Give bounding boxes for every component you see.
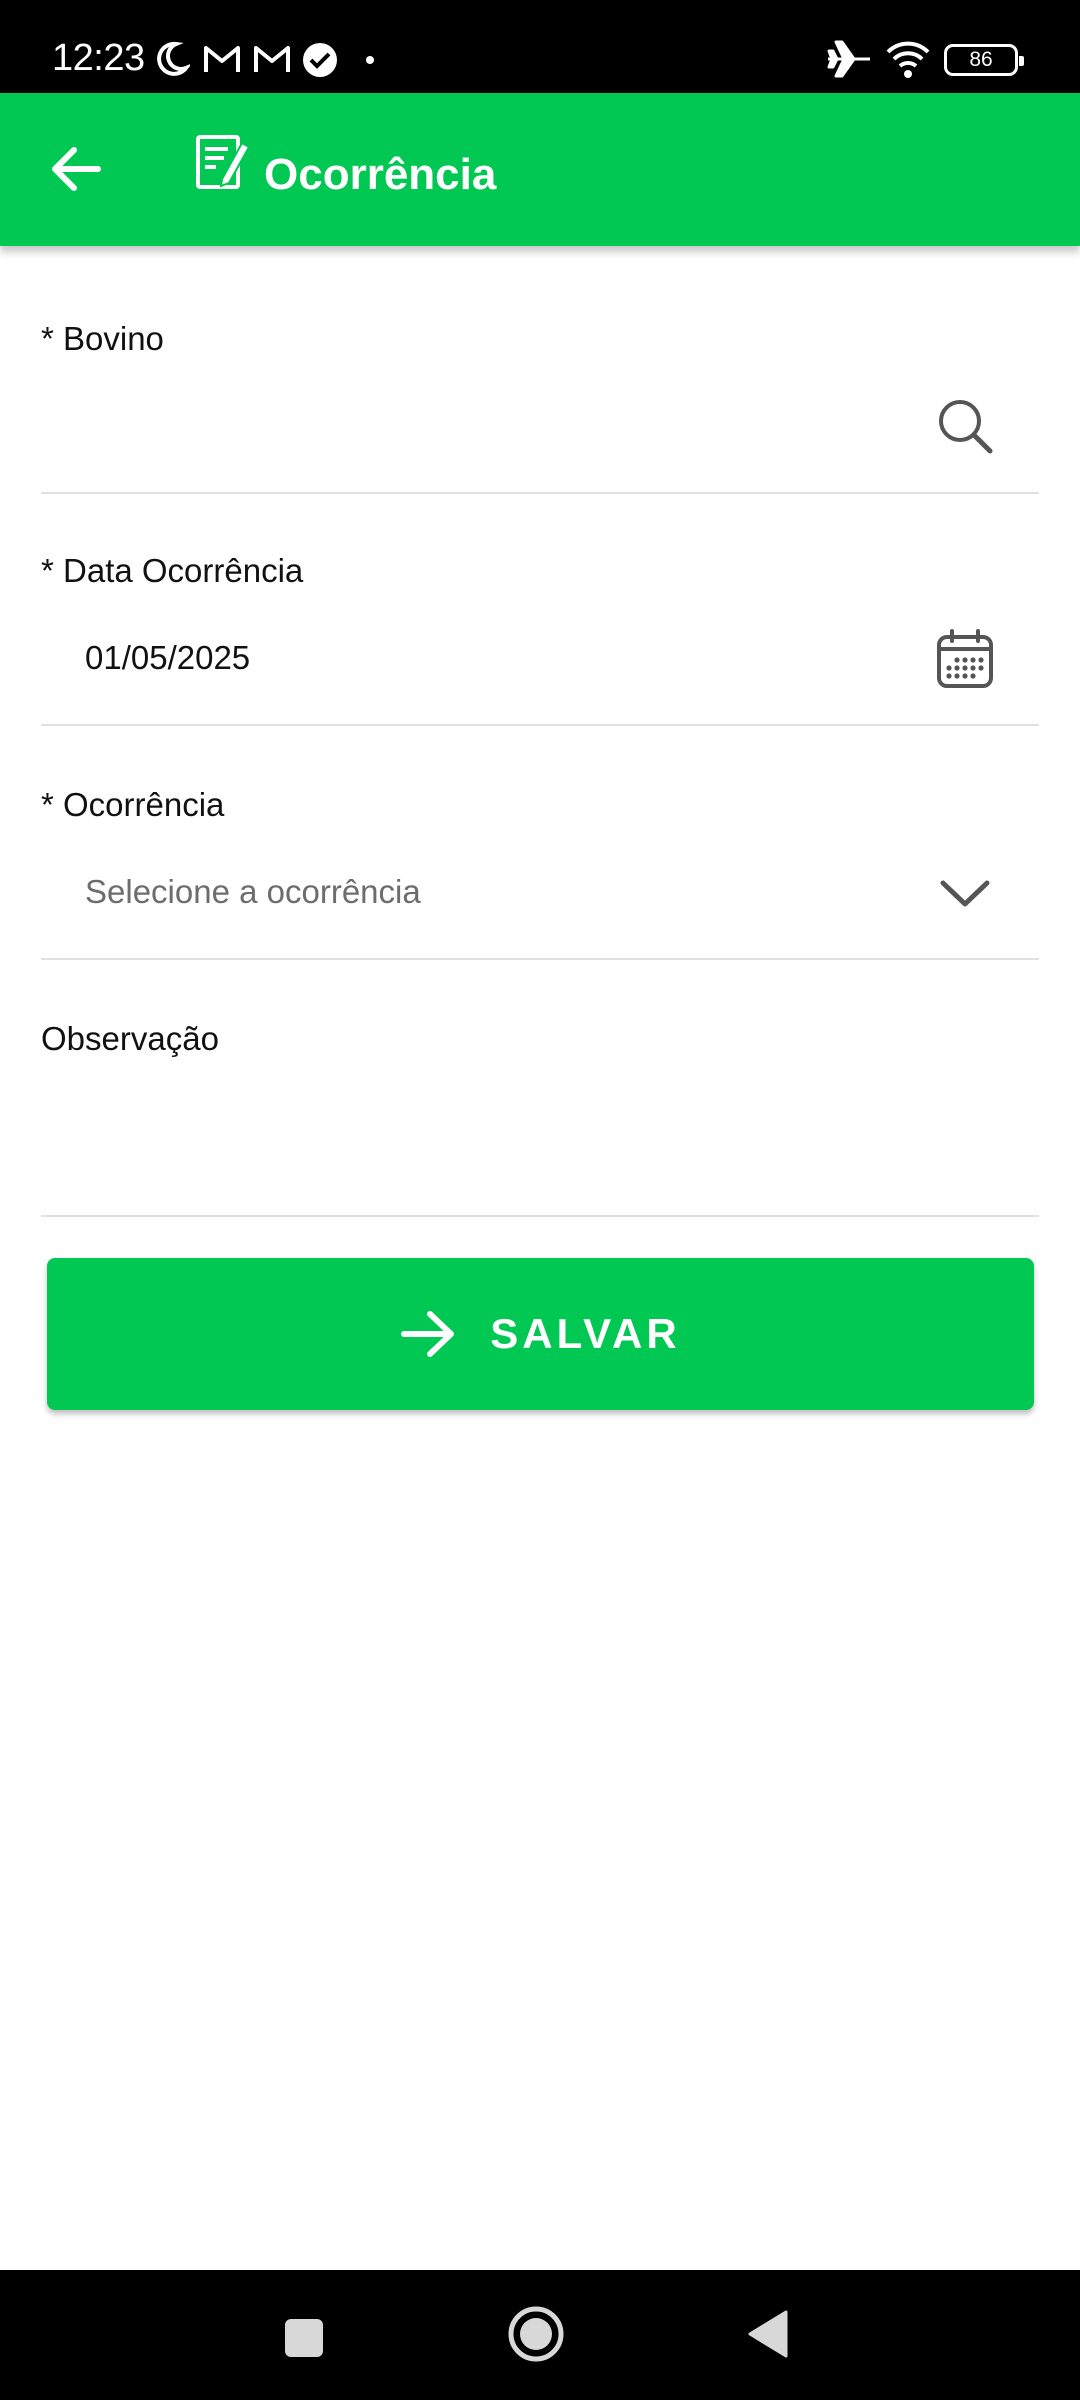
- back-button[interactable]: [36, 129, 116, 209]
- wifi-icon: [886, 41, 930, 78]
- app-bar: Ocorrência: [0, 93, 1080, 246]
- data-ocorrencia-value: 01/05/2025: [85, 639, 251, 676]
- calendar-button[interactable]: [935, 628, 995, 690]
- triangle-back-icon: [748, 2310, 788, 2358]
- calendar-icon: [937, 629, 993, 688]
- status-bar: 12:23 86: [0, 0, 1080, 93]
- recents-button[interactable]: [264, 2298, 344, 2378]
- nav-back-button[interactable]: [728, 2294, 808, 2374]
- moon-icon: [157, 41, 190, 76]
- dot-icon: [366, 56, 374, 64]
- ocorrencia-placeholder: Selecione a ocorrência: [85, 873, 421, 910]
- data-ocorrencia-field[interactable]: * Data Ocorrência 01/05/2025: [41, 532, 1039, 726]
- save-button-label: SALVAR: [490, 1310, 681, 1357]
- system-nav-bar: [0, 2270, 1080, 2400]
- ocorrencia-dropdown-toggle[interactable]: [935, 868, 995, 918]
- edit-note-icon: [196, 135, 251, 189]
- page-title: Ocorrência: [264, 150, 497, 199]
- home-button[interactable]: [496, 2294, 576, 2374]
- arrow-right-icon: [401, 1311, 455, 1357]
- observacao-field[interactable]: Observação: [41, 1000, 1039, 1217]
- square-icon: [285, 2319, 323, 2357]
- arrow-left-icon: [52, 147, 101, 191]
- status-time: 12:23: [52, 37, 145, 79]
- data-ocorrencia-label: * Data Ocorrência: [41, 552, 304, 589]
- battery-icon: 86: [944, 44, 1024, 76]
- gmail-icon: [204, 46, 240, 72]
- check-circle-icon: [303, 43, 337, 77]
- ocorrencia-label: * Ocorrência: [41, 786, 225, 823]
- search-button[interactable]: [935, 396, 995, 456]
- home-circle-icon: [508, 2306, 564, 2362]
- ocorrencia-select[interactable]: * Ocorrência Selecione a ocorrência: [41, 766, 1039, 960]
- gmail-icon: [254, 46, 290, 72]
- chevron-down-icon: [940, 880, 990, 907]
- bovino-field[interactable]: * Bovino: [41, 300, 1039, 494]
- search-icon: [939, 400, 993, 454]
- bovino-label: * Bovino: [41, 320, 164, 357]
- save-button[interactable]: SALVAR: [47, 1258, 1034, 1410]
- observacao-label: Observação: [41, 1020, 219, 1057]
- airplane-icon: [827, 40, 870, 78]
- battery-level: 86: [969, 48, 993, 71]
